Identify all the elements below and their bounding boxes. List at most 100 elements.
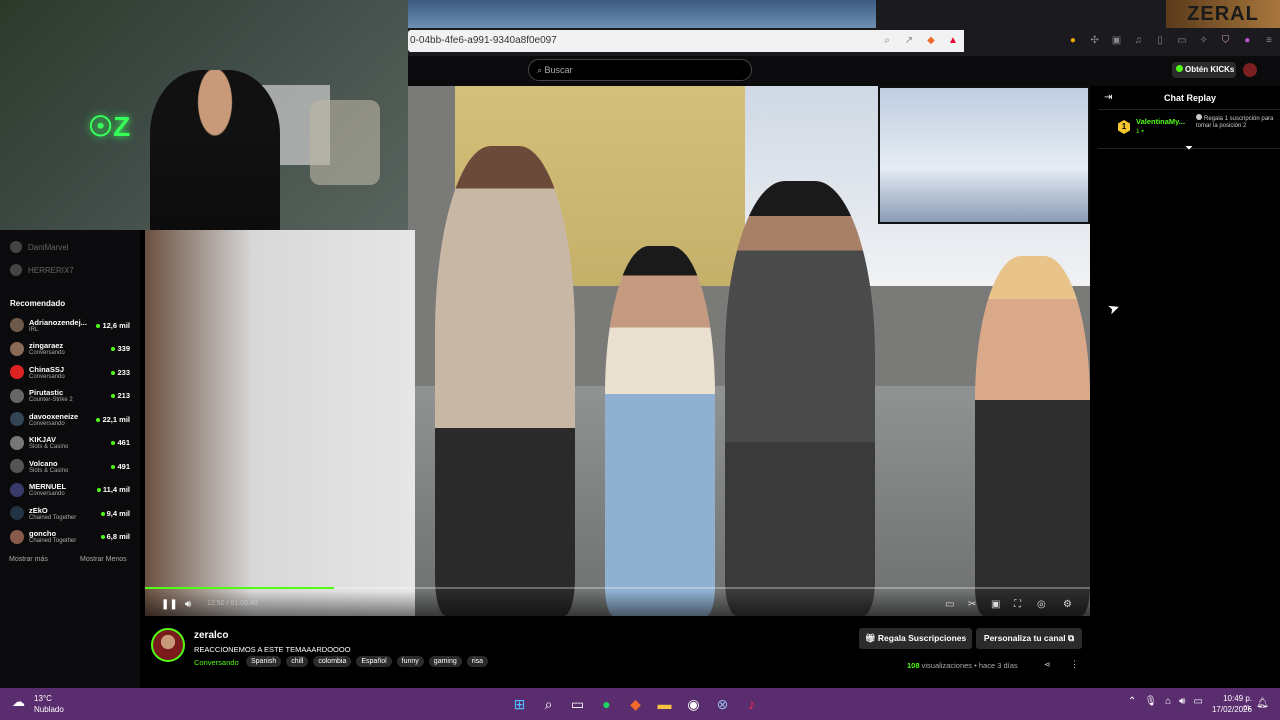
category-link[interactable]: Conversando xyxy=(194,658,239,667)
volume-icon[interactable]: 🔊︎ xyxy=(1179,696,1185,707)
pause-button[interactable]: ❚❚ xyxy=(161,599,178,610)
theater-mode-icon[interactable]: ⛶ xyxy=(1014,599,1021,610)
chevron-up-icon[interactable]: ⌃ xyxy=(1128,696,1136,707)
captions-icon[interactable]: ◎ xyxy=(1037,599,1046,610)
recommended-channel[interactable]: Pirutastic Counter-Strike 2 213 xyxy=(10,385,130,407)
tag-list: Spanish chill colombia Español funny gaming ri… xyxy=(246,656,489,667)
channel-name: zingaraez xyxy=(29,341,64,350)
notification-icon[interactable]: 🔔︎ xyxy=(1256,698,1269,709)
channel-category: Chained Together xyxy=(29,514,77,521)
stream-tag[interactable]: Spanish xyxy=(246,656,282,667)
user-avatar[interactable] xyxy=(1243,63,1257,77)
file-explorer-icon[interactable]: ▬ xyxy=(655,692,674,716)
stream-tag[interactable]: risa xyxy=(466,656,489,667)
puzzle-icon[interactable]: ✣ xyxy=(1090,36,1100,46)
viewer-count: 12,6 mil xyxy=(96,321,130,330)
media-icon[interactable]: ▣ xyxy=(1111,36,1121,46)
channel-category: IRL xyxy=(29,326,39,333)
channel-avatar[interactable] xyxy=(151,628,185,662)
stream-tag[interactable]: colombia xyxy=(313,656,352,667)
recommended-channel[interactable]: zingaraez Conversando 339 xyxy=(10,338,130,360)
followed-channel[interactable]: HERRERIX7 xyxy=(10,261,135,279)
clip-icon[interactable]: ✂ xyxy=(968,599,976,610)
music-icon[interactable]: ♫ xyxy=(1133,36,1143,46)
video-scene-room xyxy=(145,230,415,616)
recommended-channel[interactable]: davooxeneize Conversando 22,1 mil xyxy=(10,408,130,430)
recommended-channel[interactable]: zEkO Chained Together 9,4 mil xyxy=(10,502,130,524)
channel-text: davooxeneize Conversando xyxy=(29,412,96,427)
chat-panel xyxy=(1098,86,1280,690)
weather-temperature[interactable]: 13°C xyxy=(34,694,52,703)
share-icon[interactable]: ⋖ xyxy=(1044,660,1051,669)
channel-text: zingaraez Conversando xyxy=(29,341,111,356)
channel-text: ChinaSSJ Conversando xyxy=(29,365,111,380)
show-less-link[interactable]: Mostrar Menos xyxy=(80,556,127,563)
spotify-icon[interactable]: ● xyxy=(597,692,616,716)
recommended-channel[interactable]: ChinaSSJ Conversando 233 xyxy=(10,361,130,383)
pip-icon[interactable]: ▣ xyxy=(991,599,1000,610)
customize-channel-button[interactable]: Personaliza tu canal ⧉ xyxy=(976,628,1082,649)
search-icon: ⌕ xyxy=(537,65,545,75)
channel-name: KIKJAV xyxy=(29,435,56,444)
stream-tag[interactable]: chill xyxy=(286,656,309,667)
gifter-username[interactable]: ValentinaMy... xyxy=(1136,117,1192,126)
battery-icon[interactable]: ▭ xyxy=(1193,696,1202,707)
search-icon[interactable]: ⌕ xyxy=(882,36,892,46)
task-view-icon[interactable]: ▭ xyxy=(568,692,587,716)
gift-subs-button[interactable]: 🎁︎ Regala Suscripciones xyxy=(859,628,972,649)
kicks-icon xyxy=(1176,65,1183,72)
channel-category: Conversando xyxy=(29,373,65,380)
obs-icon[interactable]: ◉ xyxy=(684,692,703,716)
stream-tag[interactable]: gaming xyxy=(428,656,462,667)
avatar xyxy=(10,388,24,403)
leo-icon[interactable]: ✧ xyxy=(1199,36,1209,46)
get-kicks-button[interactable]: Obtén KICKs xyxy=(1172,62,1236,78)
volume-icon[interactable]: 🔊︎ xyxy=(185,599,191,610)
weather-description[interactable]: Nublado xyxy=(34,705,64,714)
stream-tag[interactable]: Español xyxy=(356,656,392,667)
brave-browser-icon[interactable]: ◆ xyxy=(626,692,645,716)
followed-channel[interactable]: DaniMarvel xyxy=(10,238,135,256)
miniplayer-icon[interactable]: ▭ xyxy=(945,599,954,610)
recommended-channel[interactable]: MERNUEL Conversando 11,4 mil xyxy=(10,479,130,501)
avatar xyxy=(10,459,24,473)
search-icon[interactable]: ⌕ xyxy=(539,692,558,716)
menu-icon[interactable]: ≡ xyxy=(1264,36,1274,46)
avatar xyxy=(10,435,24,450)
recommended-channel[interactable]: Volcano Slots & Casino 491 xyxy=(10,455,130,477)
settings-icon[interactable]: ⚙ xyxy=(1063,599,1072,610)
recommended-channel[interactable]: KIKJAV Slots & Casino 461 xyxy=(10,432,130,454)
sidebar-icon[interactable]: ▯ xyxy=(1155,36,1165,46)
network-icon[interactable]: ⌂ xyxy=(1165,696,1171,707)
vpn-icon[interactable]: ⛉ xyxy=(1220,36,1230,46)
channel-text: goncho Chained Together xyxy=(29,529,101,544)
show-more-link[interactable]: Mostrar más xyxy=(9,556,48,563)
channel-category: Conversando xyxy=(29,420,65,427)
address-bar[interactable]: 0-04bb-4fe6-a991-9340a8f0e097 xyxy=(408,30,878,52)
channel-name[interactable]: zeralco xyxy=(194,630,228,641)
tiktok-icon[interactable]: ♪ xyxy=(742,692,761,716)
microphone-icon[interactable]: 🎙︎ xyxy=(1144,696,1157,707)
collapse-chat-icon[interactable]: ⇥ xyxy=(1104,92,1112,103)
clock-date[interactable]: 17/02/2026 xyxy=(1208,705,1252,714)
stream-tag[interactable]: funny xyxy=(396,656,424,667)
avatar xyxy=(10,506,24,520)
weather-icon[interactable]: ☁ xyxy=(12,694,30,710)
windows-start-icon[interactable]: ⊞ xyxy=(510,692,529,716)
gift-prompt[interactable]: Regala 1 suscripción para tomar la posic… xyxy=(1196,114,1280,130)
recommended-channel[interactable]: goncho Chained Together 6,8 mil xyxy=(10,526,130,548)
more-options-icon[interactable]: ⋮ xyxy=(1070,659,1079,670)
channel-text: MERNUEL Conversando xyxy=(29,482,97,497)
address-bar-actions: ⌕ ↗ ◆ ▲ xyxy=(876,30,964,52)
extension-icon[interactable]: ● xyxy=(1068,36,1078,46)
profile-icon[interactable]: ● xyxy=(1242,36,1252,46)
wallet-icon[interactable]: ▭ xyxy=(1177,36,1187,46)
share-icon[interactable]: ↗ xyxy=(904,36,914,46)
avatar xyxy=(10,365,24,379)
brave-shield-icon[interactable]: ◆ xyxy=(926,36,936,46)
recommended-channel[interactable]: Adrianozendej... IRL 12,6 mil xyxy=(10,314,130,336)
xbox-icon[interactable]: ⊗ xyxy=(713,692,732,716)
brave-rewards-icon[interactable]: ▲ xyxy=(948,36,958,46)
expand-chevron-icon[interactable]: ⏷ xyxy=(1185,143,1193,154)
search-input[interactable]: ⌕ Buscar xyxy=(528,59,752,81)
